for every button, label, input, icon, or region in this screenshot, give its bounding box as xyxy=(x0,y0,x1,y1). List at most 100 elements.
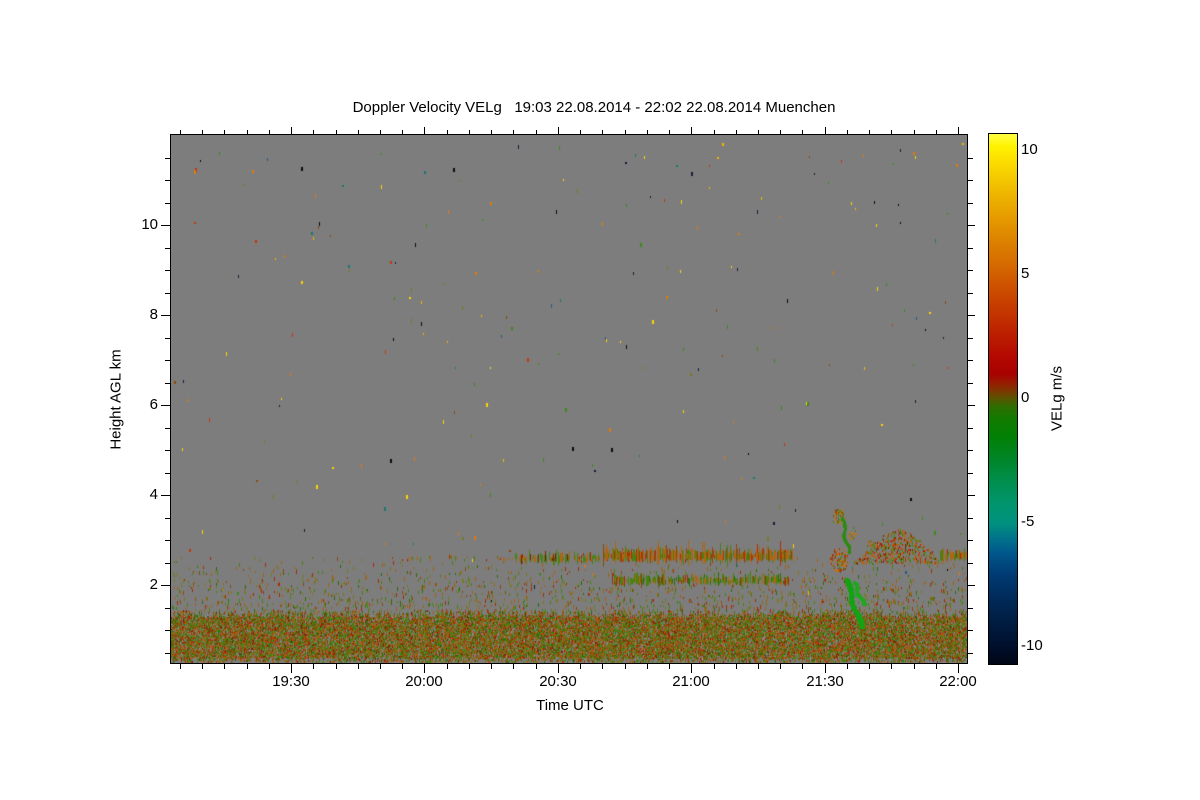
x-axis-tick xyxy=(958,664,959,673)
x-axis-tick xyxy=(402,664,403,669)
x-axis-tick-top xyxy=(536,130,537,134)
y-axis-tick-right xyxy=(968,338,973,339)
x-tick-label: 22:00 xyxy=(939,673,977,690)
x-axis-tick xyxy=(447,664,448,669)
y-axis-tick-right xyxy=(968,473,973,474)
x-axis-tick-top xyxy=(580,130,581,134)
x-axis-tick xyxy=(580,664,581,669)
y-tick-label: 2 xyxy=(149,576,158,593)
y-axis-tick xyxy=(165,540,170,541)
x-axis-tick xyxy=(336,664,337,669)
y-axis-tick-right xyxy=(968,383,973,384)
x-axis-tick-top xyxy=(891,130,892,134)
x-tick-label: 20:30 xyxy=(539,673,577,690)
y-axis-tick-right xyxy=(968,428,973,429)
x-axis-tick-top xyxy=(958,127,959,134)
x-axis-tick xyxy=(914,664,915,669)
y-axis-tick xyxy=(161,315,170,316)
x-axis-tick-top xyxy=(691,127,692,134)
y-axis-tick-right xyxy=(968,608,973,609)
doppler-velocity-figure: Doppler Velocity VELg 19:03 22.08.2014 -… xyxy=(0,0,1200,800)
y-axis-tick-right xyxy=(968,293,973,294)
x-axis-tick xyxy=(780,664,781,669)
y-axis-tick xyxy=(165,158,170,159)
x-axis-tick-top xyxy=(247,130,248,134)
x-axis-tick xyxy=(869,664,870,669)
x-axis-tick-top xyxy=(224,130,225,134)
x-tick-label: 20:00 xyxy=(405,673,443,690)
x-axis-tick xyxy=(736,664,737,669)
x-axis-tick xyxy=(558,664,559,673)
y-axis-tick xyxy=(165,180,170,181)
x-axis-tick xyxy=(602,664,603,669)
x-axis-tick xyxy=(647,664,648,669)
y-axis-tick xyxy=(165,360,170,361)
x-axis-tick xyxy=(714,664,715,669)
y-axis-tick-right xyxy=(968,518,973,519)
y-axis-tick-right xyxy=(968,360,973,361)
x-axis-tick-top xyxy=(291,127,292,134)
y-axis-tick xyxy=(165,563,170,564)
y-axis-tick xyxy=(161,225,170,226)
y-axis-tick-right xyxy=(968,540,973,541)
x-axis-tick xyxy=(625,664,626,669)
x-axis-tick-top xyxy=(202,130,203,134)
x-axis-tick xyxy=(513,664,514,669)
y-axis-tick xyxy=(165,518,170,519)
x-axis-tick xyxy=(247,664,248,669)
x-axis-tick xyxy=(313,664,314,669)
x-axis-tick-top xyxy=(424,127,425,134)
x-axis-tick-top xyxy=(402,130,403,134)
x-axis-tick-top xyxy=(469,130,470,134)
y-axis-tick xyxy=(161,405,170,406)
x-axis-tick xyxy=(224,664,225,669)
y-tick-label: 10 xyxy=(141,216,158,233)
y-tick-label: 4 xyxy=(149,486,158,503)
x-axis-tick-top xyxy=(313,130,314,134)
x-axis-tick-top xyxy=(358,130,359,134)
x-axis-tick-top xyxy=(802,130,803,134)
y-axis-tick-right xyxy=(968,563,973,564)
chart-title: Doppler Velocity VELg 19:03 22.08.2014 -… xyxy=(352,99,836,116)
x-axis-tick-top xyxy=(869,130,870,134)
y-axis-tick xyxy=(165,203,170,204)
x-axis-tick xyxy=(536,664,537,669)
x-axis-tick-top xyxy=(825,127,826,134)
x-axis-tick xyxy=(802,664,803,669)
y-axis-tick-right xyxy=(968,315,975,316)
x-axis-tick-top xyxy=(380,130,381,134)
x-axis-tick-top xyxy=(736,130,737,134)
x-axis-tick-top xyxy=(269,130,270,134)
x-axis-tick-top xyxy=(336,130,337,134)
x-axis-tick xyxy=(758,664,759,669)
x-axis-tick-top xyxy=(180,130,181,134)
x-axis-tick xyxy=(847,664,848,669)
y-axis-tick-right xyxy=(968,585,975,586)
colorbar-tick-label: -5 xyxy=(1021,513,1035,530)
x-axis-tick-top xyxy=(558,127,559,134)
y-axis-tick-right xyxy=(968,203,973,204)
x-axis-title: Time UTC xyxy=(536,697,604,714)
y-axis-tick xyxy=(161,495,170,496)
y-axis-tick xyxy=(161,585,170,586)
y-axis-tick xyxy=(165,473,170,474)
x-tick-label: 21:00 xyxy=(672,673,710,690)
y-axis-tick-right xyxy=(968,270,973,271)
x-axis-tick xyxy=(202,664,203,669)
y-axis-tick-right xyxy=(968,225,975,226)
x-axis-tick-top xyxy=(647,130,648,134)
colorbar-tick-label: 10 xyxy=(1021,141,1038,158)
colorbar-tick-label: 5 xyxy=(1021,265,1030,282)
y-axis-tick-right xyxy=(968,180,973,181)
x-axis-tick-top xyxy=(491,130,492,134)
colorbar xyxy=(988,133,1018,665)
x-axis-tick-top xyxy=(847,130,848,134)
x-axis-tick xyxy=(424,664,425,673)
x-axis-tick xyxy=(380,664,381,669)
y-axis-tick xyxy=(165,270,170,271)
x-axis-tick-top xyxy=(447,130,448,134)
y-axis-tick xyxy=(165,450,170,451)
x-axis-tick xyxy=(291,664,292,673)
x-axis-tick-top xyxy=(513,130,514,134)
y-axis-tick xyxy=(165,653,170,654)
